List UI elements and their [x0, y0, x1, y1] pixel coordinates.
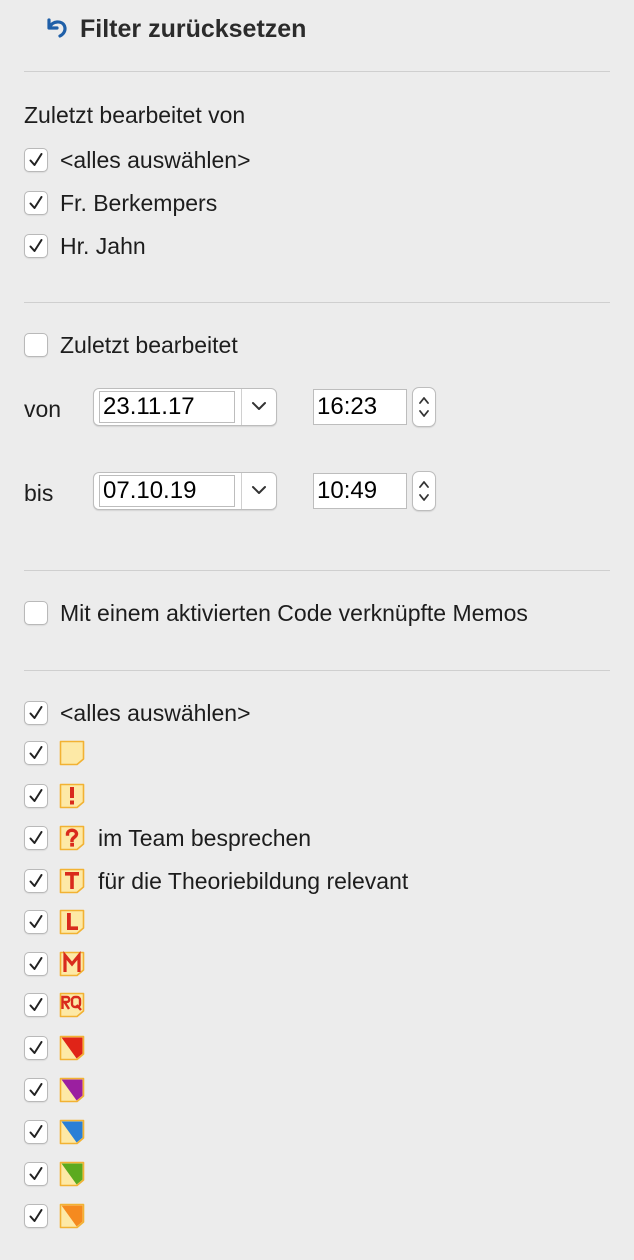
memo-type-row[interactable] — [24, 1075, 98, 1105]
from-date-combobox[interactable]: 23.11.17 — [93, 388, 277, 426]
checkbox-label: für die Theoriebildung relevant — [98, 867, 409, 894]
chevron-down-icon[interactable] — [418, 409, 430, 418]
memo-purple-icon — [58, 1076, 86, 1104]
memo-type-row[interactable] — [24, 1159, 98, 1189]
checkbox[interactable] — [24, 869, 48, 893]
checkbox[interactable] — [24, 333, 48, 357]
memo-m-icon — [58, 950, 86, 978]
checkbox[interactable] — [24, 1204, 48, 1228]
checkbox[interactable] — [24, 191, 48, 215]
chevron-up-icon[interactable] — [418, 480, 430, 489]
checkbox[interactable] — [24, 148, 48, 172]
memo-type-row[interactable] — [24, 738, 98, 768]
checkbox[interactable] — [24, 1162, 48, 1186]
checkbox[interactable] — [24, 910, 48, 934]
memo-type-row[interactable]: im Team besprechen — [24, 823, 311, 853]
memo-type-row[interactable] — [24, 1033, 98, 1063]
checkbox[interactable] — [24, 701, 48, 725]
from-date-dropdown-button[interactable] — [241, 389, 276, 425]
memo-plain-icon — [58, 739, 86, 767]
from-label: von — [24, 396, 62, 422]
chevron-down-icon — [251, 398, 267, 416]
memo-type-row[interactable] — [24, 949, 98, 979]
memo-green-icon — [58, 1160, 86, 1188]
chevron-up-icon[interactable] — [418, 396, 430, 405]
checkbox[interactable] — [24, 1078, 48, 1102]
memo-exclamation-icon — [58, 782, 86, 810]
reset-filter-label: Filter zurücksetzen — [80, 14, 307, 43]
from-time-stepper[interactable] — [412, 387, 436, 427]
checkbox-label: Zuletzt bearbeitet — [60, 331, 238, 358]
checkbox-label: im Team besprechen — [98, 824, 312, 851]
memo-type-row[interactable]: für die Theoriebildung relevant — [24, 866, 408, 896]
to-time-stepper[interactable] — [412, 471, 436, 511]
checkbox[interactable] — [24, 1036, 48, 1060]
memo-orange-icon — [58, 1202, 86, 1230]
memo-type-row[interactable] — [24, 907, 98, 937]
checkbox-label: <alles auswählen> — [60, 699, 251, 726]
to-label: bis — [24, 480, 54, 506]
memo-blue-icon — [58, 1118, 86, 1146]
checkbox-label: Fr. Berkempers — [60, 189, 218, 216]
checkbox[interactable] — [24, 601, 48, 625]
divider — [24, 302, 610, 303]
checkbox-label: <alles auswählen> — [60, 146, 251, 173]
reset-filter-button[interactable]: Filter zurücksetzen — [40, 12, 306, 46]
from-time-field[interactable]: 16:23 — [313, 389, 407, 425]
from-date-field[interactable]: 23.11.17 — [99, 391, 235, 423]
section-title-edited-by: Zuletzt bearbeitet von — [24, 102, 246, 128]
checkbox-label: Mit einem aktivierten Code verknüpfte Me… — [60, 599, 528, 626]
memo-l-icon — [58, 908, 86, 936]
memo-type-row[interactable] — [24, 990, 98, 1020]
memo-t-icon — [58, 867, 86, 895]
memo-question-icon — [58, 824, 86, 852]
memo-type-row[interactable] — [24, 1201, 98, 1231]
divider — [24, 71, 610, 72]
memo-type-row[interactable] — [24, 1117, 98, 1147]
checkbox[interactable] — [24, 741, 48, 765]
memo-type-row[interactable] — [24, 781, 98, 811]
editor-berkempers[interactable]: Fr. Berkempers — [24, 188, 217, 218]
memo-select-all[interactable]: <alles auswählen> — [24, 698, 251, 728]
chevron-down-icon — [251, 482, 267, 500]
chevron-down-icon[interactable] — [418, 493, 430, 502]
checkbox-label: Hr. Jahn — [60, 232, 146, 259]
divider — [24, 670, 610, 671]
memo-red-icon — [58, 1034, 86, 1062]
checkbox[interactable] — [24, 952, 48, 976]
checkbox[interactable] — [24, 826, 48, 850]
memo-rq-icon — [58, 991, 86, 1019]
to-time-field[interactable]: 10:49 — [313, 473, 407, 509]
to-date-combobox[interactable]: 07.10.19 — [93, 472, 277, 510]
code-memos-checkbox-row[interactable]: Mit einem aktivierten Code verknüpfte Me… — [24, 598, 528, 628]
to-date-field[interactable]: 07.10.19 — [99, 475, 235, 507]
checkbox[interactable] — [24, 234, 48, 258]
checkbox[interactable] — [24, 1120, 48, 1144]
editor-select-all[interactable]: <alles auswählen> — [24, 145, 251, 175]
last-edited-checkbox-row[interactable]: Zuletzt bearbeitet — [24, 330, 238, 360]
checkbox[interactable] — [24, 993, 48, 1017]
to-date-dropdown-button[interactable] — [241, 473, 276, 509]
undo-icon — [40, 12, 70, 47]
checkbox[interactable] — [24, 784, 48, 808]
divider — [24, 570, 610, 571]
editor-jahn[interactable]: Hr. Jahn — [24, 231, 146, 261]
filter-panel: Filter zurücksetzen Zuletzt bearbeitet v… — [0, 0, 634, 1260]
